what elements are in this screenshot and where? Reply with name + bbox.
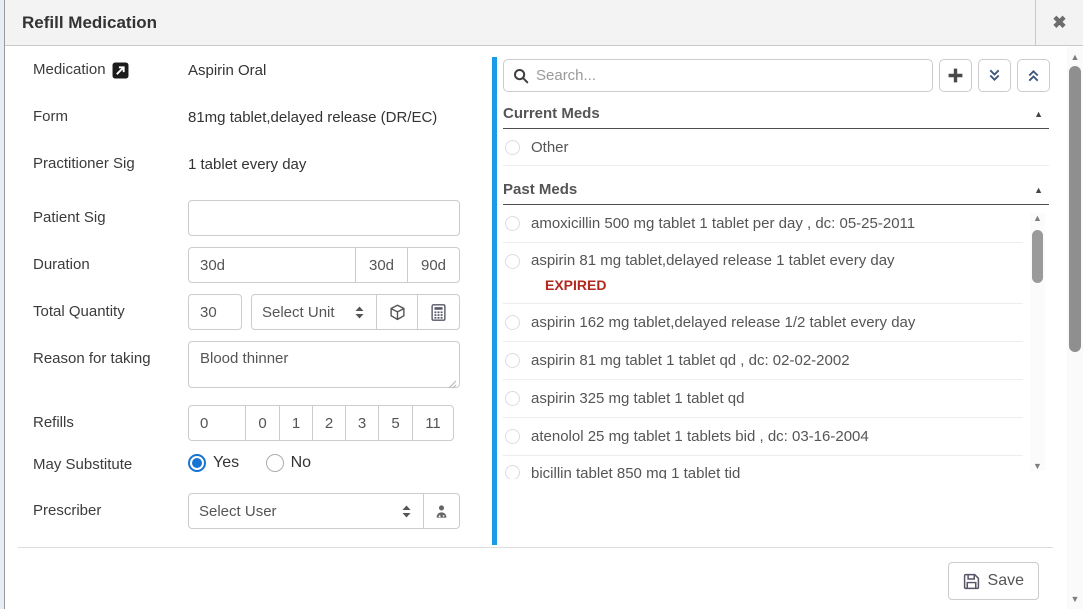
angles-down-icon [987,68,1002,83]
current-meds-title: Current Meds [503,105,600,122]
search-icon [513,68,529,84]
list-item[interactable]: aspirin 81 mg tablet 1 tablet qd , dc: 0… [503,342,1023,380]
doctor-user-icon [434,504,449,519]
radio[interactable] [505,254,520,269]
refills-preset-1-button[interactable]: 1 [279,405,313,441]
list-item[interactable]: atenolol 25 mg tablet 1 tablets bid , dc… [503,418,1023,456]
calculator-icon [431,304,446,321]
collapse-caret-icon[interactable]: ▲ [1034,109,1043,119]
total-quantity-input[interactable] [188,294,242,330]
practitioner-sig-label: Practitioner Sig [33,153,188,175]
refills-preset-5-button[interactable]: 5 [378,405,413,441]
duration-preset-90d-button[interactable]: 90d [407,247,460,283]
external-link-icon[interactable] [112,62,129,79]
total-quantity-label: Total Quantity [33,301,188,323]
substitute-no-option[interactable]: No [266,454,311,472]
radio[interactable] [505,429,520,444]
dialog-body: Medication Aspirin Oral Form 81mg tablet… [5,46,1083,609]
scroll-down-icon[interactable]: ▼ [1067,594,1083,604]
scrollbar-thumb[interactable] [1069,66,1081,352]
radio-yes[interactable] [188,454,206,472]
dialog-header: Refill Medication ✖ [5,0,1083,46]
patient-sig-label: Patient Sig [33,207,188,229]
duration-preset-30d-button[interactable]: 30d [355,247,408,283]
medication-value: Aspirin Oral [188,62,266,79]
radio[interactable] [505,140,520,155]
medication-history-panel: Current Meds ▲ Other Past Meds ▲ amoxici… [503,59,1049,609]
calculate-quantity-button[interactable] [417,294,460,330]
reason-label: Reason for taking [33,341,188,370]
list-scrollbar[interactable]: ▲ ▼ [1030,213,1045,471]
past-meds-list: amoxicillin 500 mg tablet 1 tablet per d… [503,205,1049,479]
footer-divider [18,547,1053,548]
form-label: Form [33,106,188,128]
search-input[interactable] [536,67,923,84]
refill-form: Medication Aspirin Oral Form 81mg tablet… [33,59,467,609]
duration-label: Duration [33,254,188,276]
unit-select[interactable]: Select Unit [251,294,377,330]
expand-all-button[interactable] [978,59,1011,92]
refill-medication-dialog: Refill Medication ✖ Medication Aspirin O… [4,0,1083,609]
add-medication-button[interactable] [939,59,972,92]
reason-textarea[interactable]: Blood thinner [188,341,460,388]
close-button[interactable]: ✖ [1035,0,1083,45]
scrollbar-thumb[interactable] [1032,230,1043,283]
scroll-down-icon[interactable]: ▼ [1030,461,1045,471]
substitute-yes-option[interactable]: Yes [188,454,239,472]
refills-preset-2-button[interactable]: 2 [312,405,346,441]
prescriber-label: Prescriber [33,500,188,522]
form-value: 81mg tablet,delayed release (DR/EC) [188,109,437,126]
dialog-scrollbar[interactable]: ▲ ▼ [1067,47,1083,609]
dialog-title: Refill Medication [5,13,157,33]
select-provider-button[interactable] [423,493,460,529]
patient-sig-input[interactable] [188,200,460,236]
cube-icon [389,304,406,321]
close-icon: ✖ [1052,13,1066,33]
panel-divider [492,57,497,545]
search-box[interactable] [503,59,933,92]
floppy-save-icon [963,573,980,590]
list-item[interactable]: aspirin 162 mg tablet,delayed release 1/… [503,304,1023,342]
radio[interactable] [505,315,520,330]
past-meds-title: Past Meds [503,181,577,198]
list-item[interactable]: aspirin 81 mg tablet,delayed release 1 t… [503,243,1023,304]
refills-preset-3-button[interactable]: 3 [345,405,379,441]
sort-icon [353,305,366,320]
collapse-all-button[interactable] [1017,59,1050,92]
practitioner-sig-value: 1 tablet every day [188,156,306,173]
prescriber-select[interactable]: Select User [188,493,424,529]
angles-up-icon [1026,68,1041,83]
collapse-caret-icon[interactable]: ▲ [1034,185,1043,195]
list-item-other[interactable]: Other [503,129,1049,166]
refills-preset-0-button[interactable]: 0 [245,405,280,441]
current-meds-header[interactable]: Current Meds ▲ [503,105,1049,129]
radio[interactable] [505,353,520,368]
radio-no[interactable] [266,454,284,472]
scroll-up-icon[interactable]: ▲ [1067,52,1083,62]
refills-input[interactable] [188,405,246,441]
list-item[interactable]: bicillin tablet 850 mg 1 tablet tid [503,456,1023,479]
expired-badge: EXPIRED [545,277,895,293]
list-item[interactable]: aspirin 325 mg tablet 1 tablet qd [503,380,1023,418]
list-item[interactable]: amoxicillin 500 mg tablet 1 tablet per d… [503,205,1023,243]
scroll-up-icon[interactable]: ▲ [1030,213,1045,223]
resize-handle[interactable] [448,380,457,389]
plus-icon [947,67,964,84]
may-substitute-label: May Substitute [33,454,188,476]
save-button[interactable]: Save [948,562,1039,600]
medication-label: Medication [33,59,188,81]
radio[interactable] [505,216,520,231]
past-meds-header[interactable]: Past Meds ▲ [503,181,1049,205]
radio[interactable] [505,391,520,406]
sort-icon [400,504,413,519]
drug-lookup-button[interactable] [376,294,418,330]
refills-label: Refills [33,412,188,434]
radio[interactable] [505,465,520,479]
duration-input[interactable] [188,247,356,283]
refills-preset-11-button[interactable]: 11 [412,405,454,441]
